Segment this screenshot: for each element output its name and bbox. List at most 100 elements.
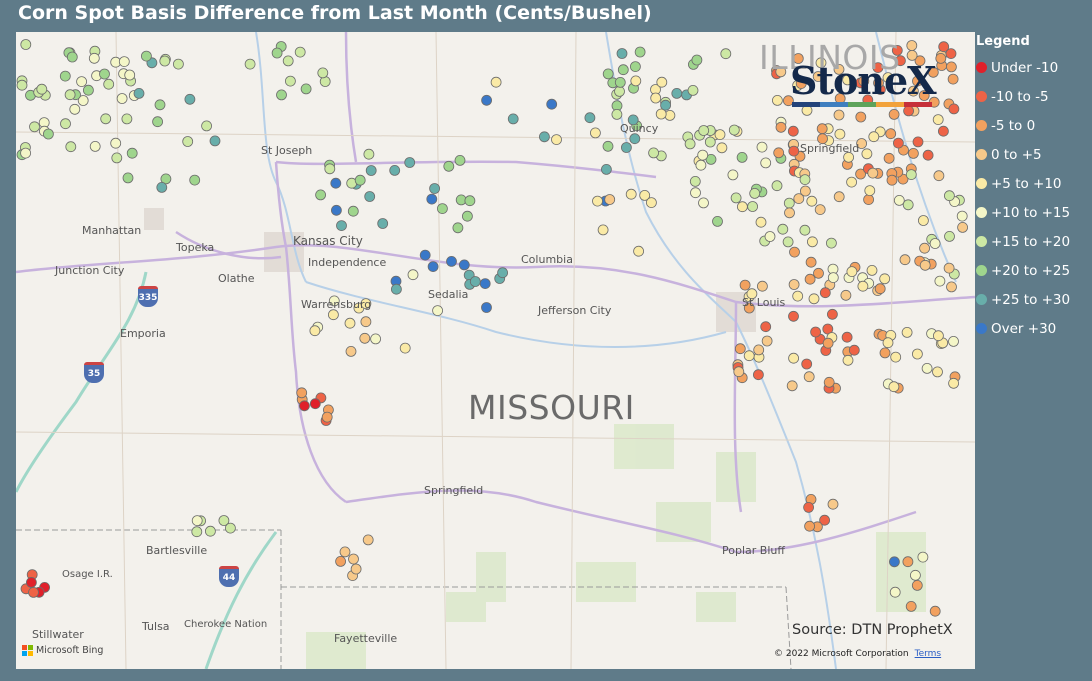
basis-dot[interactable] <box>933 170 945 182</box>
basis-dot[interactable] <box>899 254 911 266</box>
basis-dot[interactable] <box>407 269 419 281</box>
basis-dot[interactable] <box>362 534 374 546</box>
basis-dot[interactable] <box>452 222 464 234</box>
basis-dot[interactable] <box>336 220 347 232</box>
basis-dot[interactable] <box>888 381 900 393</box>
basis-dot[interactable] <box>172 58 184 70</box>
basis-dot[interactable] <box>300 83 312 95</box>
basis-dot[interactable] <box>611 109 623 120</box>
basis-dot[interactable] <box>436 203 448 215</box>
basis-dot[interactable] <box>539 131 550 143</box>
basis-dot[interactable] <box>20 147 32 159</box>
basis-dot[interactable] <box>842 354 854 366</box>
basis-dot[interactable] <box>902 199 914 211</box>
basis-dot[interactable] <box>935 52 947 64</box>
basis-dot[interactable] <box>592 195 603 207</box>
basis-dot[interactable] <box>792 290 804 302</box>
basis-dot[interactable] <box>64 89 76 101</box>
basis-dot[interactable] <box>800 185 811 197</box>
basis-dot[interactable] <box>753 369 764 381</box>
basis-dot[interactable] <box>602 68 614 80</box>
legend-item[interactable]: 0 to +5 <box>976 140 1092 169</box>
basis-dot[interactable] <box>888 109 900 120</box>
basis-dot[interactable] <box>317 67 329 79</box>
basis-dot[interactable] <box>481 94 493 106</box>
basis-dot[interactable] <box>419 249 431 261</box>
legend-item[interactable]: Under -10 <box>976 53 1092 82</box>
basis-dot[interactable] <box>209 135 221 147</box>
basis-dot[interactable] <box>111 152 123 164</box>
basis-dot[interactable] <box>788 145 800 157</box>
basis-dot[interactable] <box>737 201 748 213</box>
basis-dot[interactable] <box>348 553 359 565</box>
basis-dot[interactable] <box>315 189 327 201</box>
basis-dot[interactable] <box>919 242 930 254</box>
basis-dot[interactable] <box>808 293 820 305</box>
basis-dot[interactable] <box>788 279 800 290</box>
legend-item[interactable]: +20 to +25 <box>976 256 1092 285</box>
basis-dot[interactable] <box>833 191 845 203</box>
basis-dot[interactable] <box>747 201 758 212</box>
basis-dot[interactable] <box>938 125 949 137</box>
basis-dot[interactable] <box>775 121 787 133</box>
basis-dot[interactable] <box>908 148 919 159</box>
legend-item[interactable]: -10 to -5 <box>976 82 1092 111</box>
basis-dot[interactable] <box>893 194 905 206</box>
basis-dot[interactable] <box>646 197 657 209</box>
basis-dot[interactable] <box>66 51 78 63</box>
basis-dot[interactable] <box>866 264 878 276</box>
basis-dot[interactable] <box>621 142 632 153</box>
basis-dot[interactable] <box>590 127 601 139</box>
basis-dot[interactable] <box>389 164 401 176</box>
basis-dot[interactable] <box>36 83 48 95</box>
basis-dot[interactable] <box>83 84 94 96</box>
basis-dot[interactable] <box>443 160 455 172</box>
basis-dot[interactable] <box>810 326 821 338</box>
basis-dot[interactable] <box>890 351 902 363</box>
basis-dot[interactable] <box>201 120 213 132</box>
basis-dot[interactable] <box>819 287 831 299</box>
legend-item[interactable]: +25 to +30 <box>976 285 1092 314</box>
basis-dot[interactable] <box>481 302 492 313</box>
basis-dot[interactable] <box>933 330 944 342</box>
basis-dot[interactable] <box>597 224 609 236</box>
basis-dot[interactable] <box>697 149 709 161</box>
basis-dot[interactable] <box>370 333 382 345</box>
basis-dot[interactable] <box>834 128 846 140</box>
basis-dot[interactable] <box>886 174 898 186</box>
basis-dot[interactable] <box>698 197 709 209</box>
legend-item[interactable]: +5 to +10 <box>976 169 1092 198</box>
basis-dot[interactable] <box>497 267 509 279</box>
basis-dot[interactable] <box>324 163 336 175</box>
basis-dot[interactable] <box>799 174 811 186</box>
basis-dot[interactable] <box>140 50 152 62</box>
basis-dot[interactable] <box>893 137 904 149</box>
basis-dot[interactable] <box>728 124 740 136</box>
basis-dot[interactable] <box>806 195 818 207</box>
basis-dot[interactable] <box>122 172 134 184</box>
basis-dot[interactable] <box>156 181 168 193</box>
basis-dot[interactable] <box>60 118 71 130</box>
basis-dot[interactable] <box>321 411 333 423</box>
basis-dot[interactable] <box>294 46 306 58</box>
basis-dot[interactable] <box>601 163 612 175</box>
basis-dot[interactable] <box>189 174 201 186</box>
basis-dot[interactable] <box>788 310 799 322</box>
basis-dot[interactable] <box>20 39 32 50</box>
basis-dot[interactable] <box>354 174 366 186</box>
basis-dot[interactable] <box>944 190 955 202</box>
basis-dot[interactable] <box>956 210 968 222</box>
basis-dot[interactable] <box>720 48 732 60</box>
basis-dot[interactable] <box>507 113 519 125</box>
basis-dot[interactable] <box>816 123 828 135</box>
basis-dot[interactable] <box>454 154 466 166</box>
basis-dot[interactable] <box>204 525 216 537</box>
basis-dot[interactable] <box>749 187 761 199</box>
basis-dot[interactable] <box>29 121 40 133</box>
basis-dot[interactable] <box>404 157 416 168</box>
basis-dot[interactable] <box>868 131 880 143</box>
basis-dot[interactable] <box>889 556 900 568</box>
basis-dot[interactable] <box>271 47 283 59</box>
basis-dot[interactable] <box>126 147 138 159</box>
basis-dot[interactable] <box>551 134 562 145</box>
